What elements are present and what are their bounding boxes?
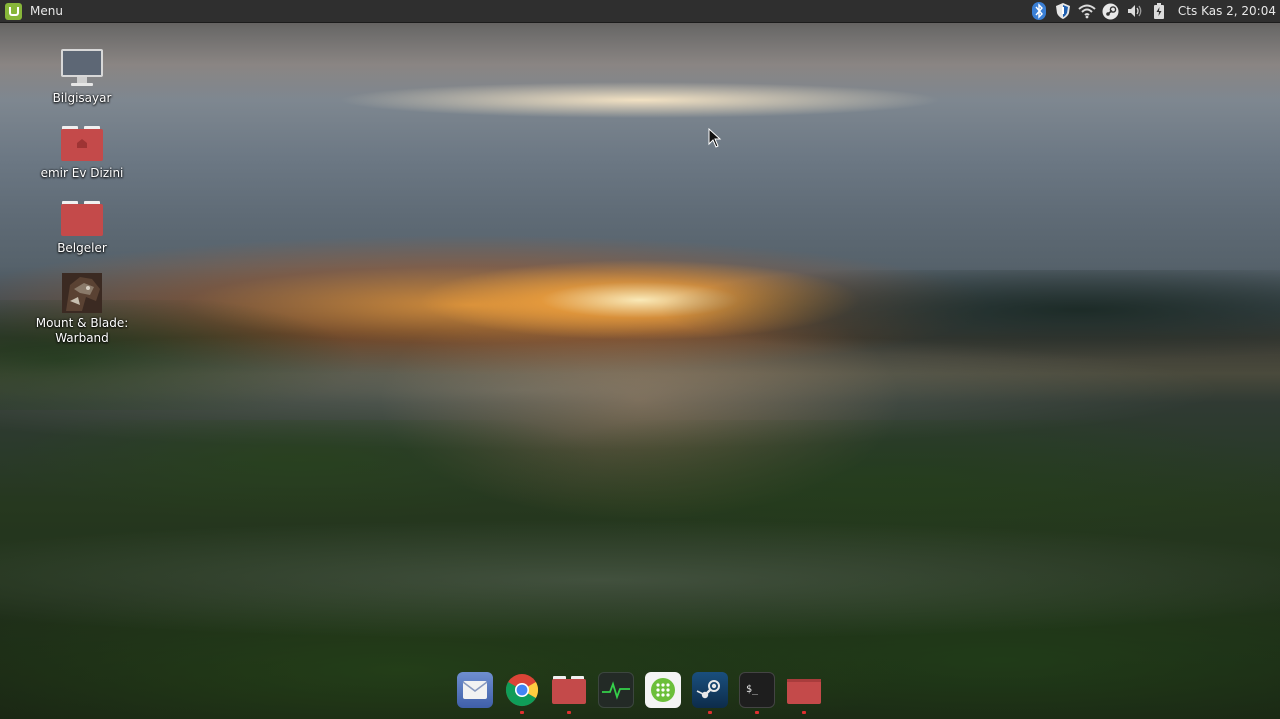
steam-icon (692, 672, 728, 708)
dock-item-chrome[interactable] (502, 672, 542, 714)
folder-icon (59, 195, 105, 241)
dock-item-files[interactable] (549, 672, 589, 714)
running-indicator (567, 711, 571, 714)
menu-label: Menu (30, 4, 63, 18)
dock: $_ (455, 672, 831, 714)
desktop-icon-label: Mount & Blade: Warband (35, 316, 129, 345)
desktop-icon-label: Bilgisayar (52, 91, 112, 105)
home-folder-icon (59, 120, 105, 166)
svg-text:$_: $_ (746, 684, 759, 695)
desktop-icon-label: Belgeler (57, 241, 107, 255)
battery-icon[interactable] (1150, 2, 1168, 20)
running-indicator (520, 711, 524, 714)
app-grid-icon (645, 672, 681, 708)
dock-item-mail[interactable] (455, 672, 495, 714)
menu-button[interactable]: Menu (0, 0, 71, 23)
desktop-icon-home[interactable]: emir Ev Dizini (32, 120, 132, 181)
shield-icon[interactable] (1054, 2, 1072, 20)
running-indicator (708, 711, 712, 714)
folder-icon (551, 672, 587, 708)
desktop-icon-label: emir Ev Dizini (40, 166, 124, 180)
dock-item-folder[interactable] (784, 672, 824, 714)
linux-mint-logo-icon (5, 2, 22, 20)
volume-icon[interactable] (1126, 2, 1144, 20)
dock-item-system-monitor[interactable] (596, 672, 636, 714)
dock-item-steam[interactable] (690, 672, 730, 714)
game-icon (59, 270, 105, 316)
wifi-icon[interactable] (1078, 2, 1096, 20)
system-monitor-icon (598, 672, 634, 708)
desktop-icon-warband[interactable]: Mount & Blade: Warband (32, 270, 132, 346)
dock-item-app-grid[interactable] (643, 672, 683, 714)
computer-icon (59, 45, 105, 91)
wallpaper-fog-lower (0, 520, 1280, 640)
bluetooth-icon[interactable] (1030, 2, 1048, 20)
running-indicator (802, 711, 806, 714)
folder-icon (786, 672, 822, 708)
desktop-icon-computer[interactable]: Bilgisayar (32, 45, 132, 106)
dock-item-terminal[interactable]: $_ (737, 672, 777, 714)
steam-tray-icon[interactable] (1102, 2, 1120, 20)
system-tray: Cts Kas 2, 20:04 (1024, 0, 1280, 23)
running-indicator (755, 711, 759, 714)
desktop-icon-documents[interactable]: Belgeler (32, 195, 132, 256)
terminal-icon: $_ (739, 672, 775, 708)
mail-icon (457, 672, 493, 708)
top-panel: Menu Cts Kas 2, 20:04 (0, 0, 1280, 23)
clock[interactable]: Cts Kas 2, 20:04 (1178, 4, 1276, 18)
chrome-icon (504, 672, 540, 708)
mouse-cursor-icon (708, 128, 722, 148)
